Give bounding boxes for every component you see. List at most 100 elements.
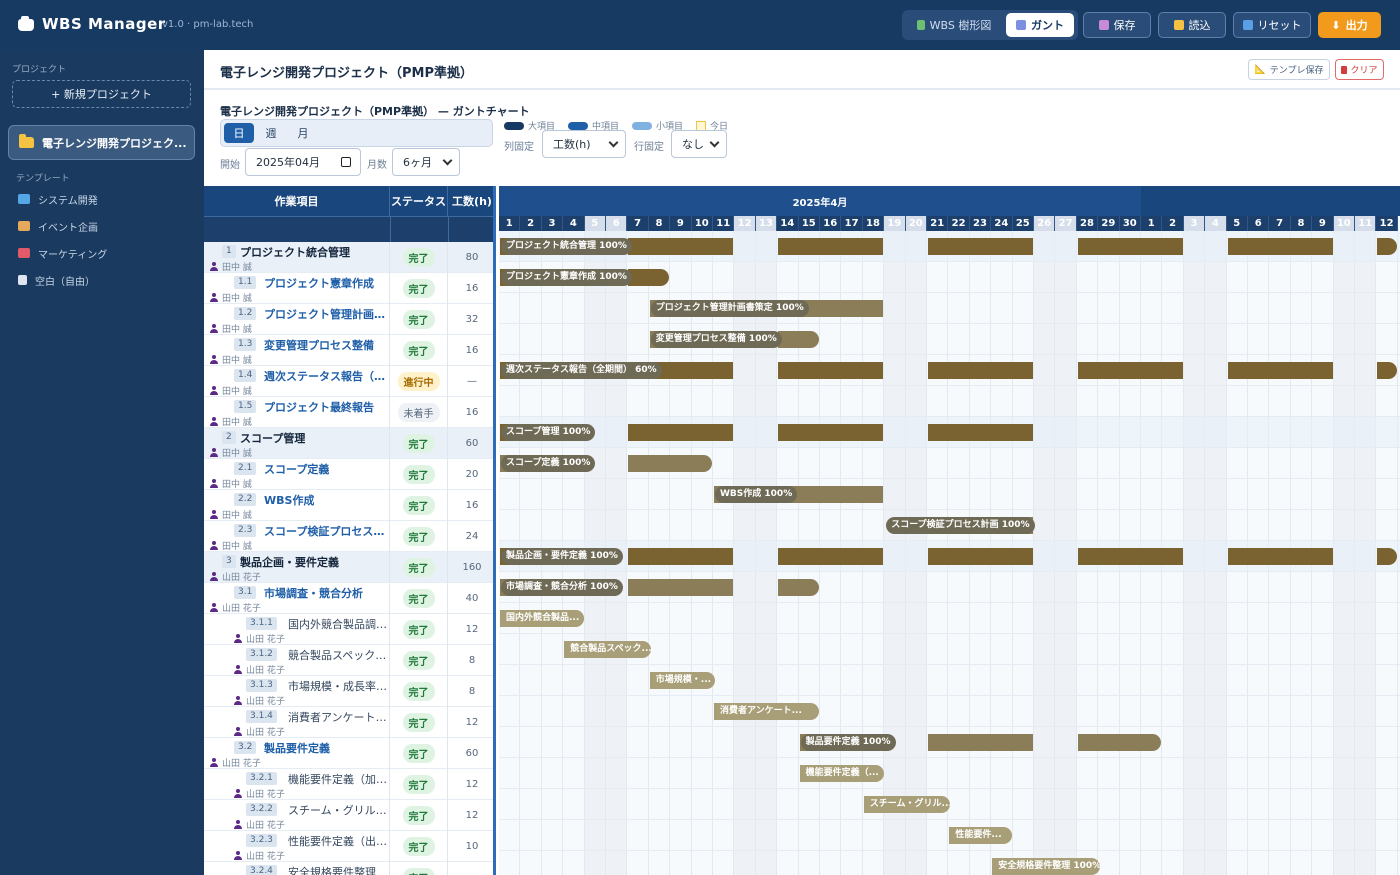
sidebar-template-system[interactable]: システム開発 <box>18 190 98 208</box>
table-row[interactable]: 3.2.3 性能要件定義（出力・...山田 花子 完了 10 <box>204 831 493 862</box>
table-row[interactable]: 3.1.3 市場規模・成長率調査 山田 花子 完了 8 <box>204 676 493 707</box>
hours-cell[interactable]: — <box>448 366 493 397</box>
status-cell[interactable]: 完了 <box>390 676 448 707</box>
gantt-bar-segment[interactable] <box>778 579 819 596</box>
table-row[interactable]: 3.1.1 国内外競合製品調査... 山田 花子 完了 12 <box>204 614 493 645</box>
task-cell[interactable]: 3 製品企画・要件定義 山田 花子 <box>204 552 390 583</box>
table-row[interactable]: 2.1 スコープ定義 田中 誠 完了 20 <box>204 459 493 490</box>
task-cell[interactable]: 3.2.3 性能要件定義（出力・...山田 花子 <box>204 831 390 862</box>
hours-cell[interactable]: 24 <box>448 521 493 552</box>
months-select[interactable]: 6ヶ月 <box>392 148 460 176</box>
status-cell[interactable]: 完了 <box>390 862 448 875</box>
header-hours[interactable]: 工数(h) <box>448 186 493 216</box>
gantt-bar-label[interactable]: プロジェクト憲章作成 100% <box>501 269 632 286</box>
scale-day-button[interactable]: 日 <box>224 123 254 143</box>
gantt-bar-segment[interactable] <box>778 331 819 348</box>
gantt-bar-segment[interactable] <box>1377 238 1397 255</box>
save-button[interactable]: 保存 <box>1083 12 1151 38</box>
table-row[interactable]: 3.1.2 競合製品スペック比較...山田 花子 完了 8 <box>204 645 493 676</box>
hours-cell[interactable]: 16 <box>448 397 493 428</box>
start-date-input[interactable]: 2025年04月 <box>245 148 361 176</box>
gantt-bar-segment[interactable] <box>928 734 1033 751</box>
gantt-bar-label[interactable]: 製品企画・要件定義 100% <box>501 548 623 565</box>
header-task[interactable]: 作業項目 <box>204 186 390 216</box>
hours-cell[interactable]: 8 <box>448 676 493 707</box>
gantt-bar-segment[interactable] <box>1377 548 1397 565</box>
status-cell[interactable]: 完了 <box>390 335 448 366</box>
table-row[interactable]: 2.2 WBS作成 田中 誠 完了 16 <box>204 490 493 521</box>
status-cell[interactable]: 完了 <box>390 521 448 552</box>
calendar-icon[interactable] <box>341 157 351 167</box>
gantt-bar-segment[interactable] <box>1227 238 1333 255</box>
gantt-bar-label[interactable]: スコープ定義 100% <box>501 455 596 472</box>
task-cell[interactable]: 1.2 プロジェクト管理計画書策定田中 誠 <box>204 304 390 335</box>
reset-button[interactable]: リセット <box>1233 12 1311 38</box>
status-cell[interactable]: 進行中 <box>390 366 448 397</box>
gantt-bar-segment[interactable] <box>1077 548 1183 565</box>
gantt-bar-segment[interactable] <box>1077 238 1183 255</box>
table-row[interactable]: 1.5 プロジェクト最終報告 田中 誠 未着手 16 <box>204 397 493 428</box>
gantt-bar-label[interactable]: プロジェクト統合管理 100% <box>501 238 632 255</box>
task-cell[interactable]: 3.1 市場調査・競合分析 山田 花子 <box>204 583 390 614</box>
table-row[interactable]: 3.2.4安全規格要件整理山田 花子完了 <box>204 862 493 875</box>
status-cell[interactable]: 完了 <box>390 707 448 738</box>
status-cell[interactable]: 完了 <box>390 428 448 459</box>
gantt-bar-label[interactable]: 性能要件... <box>950 827 1007 844</box>
gantt-bar-label[interactable]: 週次ステータス報告（全期間） 60% <box>501 362 662 379</box>
gantt-bar-label[interactable]: 安全規格要件整理 100% <box>993 858 1101 875</box>
table-row[interactable]: 3.1.4 消費者アンケート設計・...山田 花子 完了 12 <box>204 707 493 738</box>
sidebar-template-event[interactable]: イベント企画 <box>18 217 98 235</box>
hours-cell[interactable]: 8 <box>448 645 493 676</box>
template-save-button[interactable]: 📐 テンプレ保存 <box>1248 59 1330 80</box>
gantt-bar-label[interactable]: WBS作成 100% <box>715 486 798 503</box>
hours-cell[interactable]: 16 <box>448 273 493 304</box>
task-cell[interactable]: 3.2.2 スチーム・グリル機能要件山田 花子 <box>204 800 390 831</box>
gantt-bar-segment[interactable] <box>628 238 734 255</box>
gantt-bar-segment[interactable] <box>628 548 734 565</box>
task-cell[interactable]: 3.1.1 国内外競合製品調査... 山田 花子 <box>204 614 390 645</box>
task-cell[interactable]: 3.1.3 市場規模・成長率調査 山田 花子 <box>204 676 390 707</box>
status-cell[interactable]: 完了 <box>390 614 448 645</box>
task-cell[interactable]: 2.2 WBS作成 田中 誠 <box>204 490 390 521</box>
gantt-bar-segment[interactable] <box>1077 362 1183 379</box>
gantt-bar-label[interactable]: スチーム・グリル... <box>864 796 951 813</box>
task-cell[interactable]: 1.5 プロジェクト最終報告 田中 誠 <box>204 397 390 428</box>
sidebar-item-project[interactable]: 電子レンジ開発プロジェク... <box>8 125 195 160</box>
gantt-bar-segment[interactable] <box>1227 548 1333 565</box>
status-cell[interactable]: 完了 <box>390 304 448 335</box>
gantt-bar-label[interactable]: スコープ検証プロセス計画 100% <box>886 517 1035 534</box>
sidebar-template-marketing[interactable]: マーケティング <box>18 244 107 262</box>
table-row[interactable]: 1.2 プロジェクト管理計画書策定田中 誠 完了 32 <box>204 304 493 335</box>
table-row[interactable]: 2.3 スコープ検証プロセス計画 田中 誠 完了 24 <box>204 521 493 552</box>
hours-cell[interactable]: 12 <box>448 707 493 738</box>
task-cell[interactable]: 3.1.2 競合製品スペック比較...山田 花子 <box>204 645 390 676</box>
scale-month-button[interactable]: 月 <box>288 123 318 143</box>
hours-cell[interactable]: 40 <box>448 583 493 614</box>
gantt-bar-segment[interactable] <box>928 238 1033 255</box>
gantt-bar-segment[interactable] <box>628 579 734 596</box>
table-row[interactable]: 2 スコープ管理 田中 誠 完了 60 <box>204 428 493 459</box>
table-row[interactable]: 1.4 週次ステータス報告（全期... 田中 誠 進行中 — <box>204 366 493 397</box>
status-cell[interactable]: 完了 <box>390 552 448 583</box>
hours-cell[interactable]: 80 <box>448 242 493 273</box>
gantt-bar-label[interactable]: 国内外競合製品... <box>501 610 585 627</box>
table-row[interactable]: 1.3 変更管理プロセス整備 田中 誠 完了 16 <box>204 335 493 366</box>
header-status[interactable]: ステータス <box>390 186 448 216</box>
hours-cell[interactable]: 16 <box>448 335 493 366</box>
gantt-bar-segment[interactable] <box>1077 734 1162 751</box>
tab-wbs-tree[interactable]: WBS 樹形図 <box>906 13 1002 37</box>
task-cell[interactable]: 1.1 プロジェクト憲章作成 田中 誠 <box>204 273 390 304</box>
sidebar-template-blank[interactable]: 空白（自由） <box>18 271 95 289</box>
gantt-bar-segment[interactable] <box>778 424 884 441</box>
gantt-bar-label[interactable]: 市場調査・競合分析 100% <box>501 579 623 596</box>
task-cell[interactable]: 2.3 スコープ検証プロセス計画 田中 誠 <box>204 521 390 552</box>
freeze-col-select[interactable]: 工数(h) <box>542 130 626 158</box>
freeze-row-select[interactable]: なし <box>671 130 727 158</box>
hours-cell[interactable]: 60 <box>448 428 493 459</box>
gantt-bar-segment[interactable] <box>628 269 670 286</box>
hours-cell[interactable]: 20 <box>448 459 493 490</box>
gantt-bar-segment[interactable] <box>928 424 1033 441</box>
gantt-bar-label[interactable]: 製品要件定義 100% <box>800 734 896 751</box>
export-button[interactable]: ⬇ 出力 <box>1318 12 1381 38</box>
task-cell[interactable]: 1.4 週次ステータス報告（全期... 田中 誠 <box>204 366 390 397</box>
